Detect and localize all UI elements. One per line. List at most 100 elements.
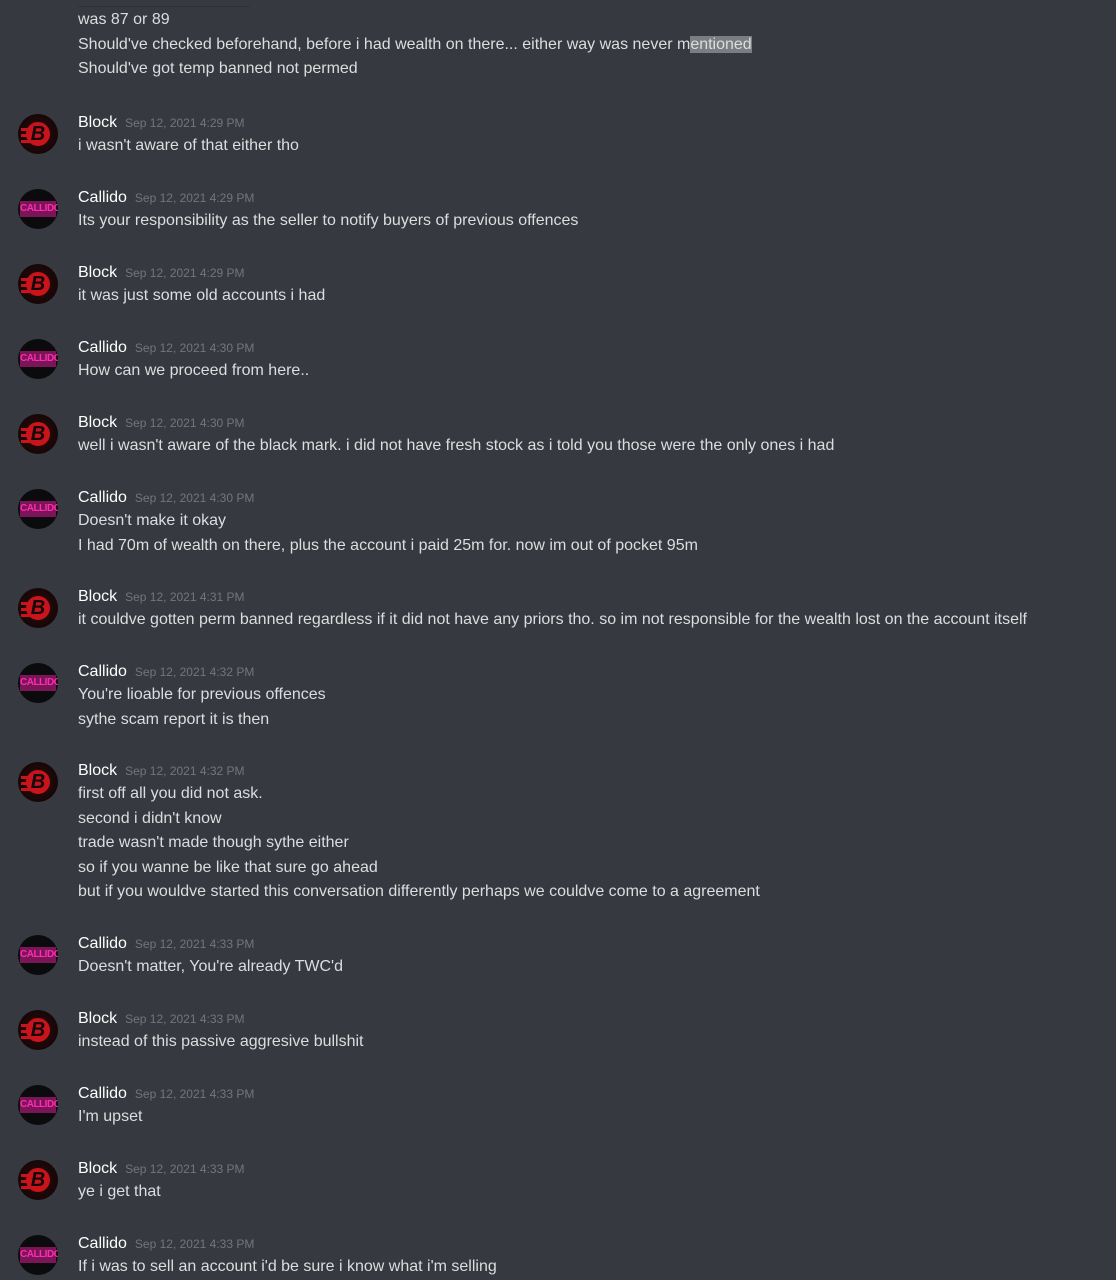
message-body: Doesn't matter, You're already TWC'd [78, 955, 343, 980]
block-avatar-icon[interactable]: B [18, 762, 58, 802]
avatar-label: CALLIDO [20, 947, 58, 963]
avatar-letter: B [30, 1169, 46, 1191]
message-line: so if you wanne be like that sure go ahe… [78, 858, 378, 876]
message-line: second i didn't know [78, 809, 222, 827]
message-line: ye i get that [78, 1183, 161, 1200]
author-name[interactable]: Block [78, 588, 117, 605]
timestamp: Sep 12, 2021 4:30 PM [134, 491, 255, 505]
author-name[interactable]: Block [78, 1010, 117, 1027]
avatar-letter: B [30, 771, 46, 793]
avatar-label: CALLIDO [20, 1247, 58, 1263]
message-body: instead of this passive aggresive bullsh… [78, 1030, 364, 1055]
timestamp: Sep 12, 2021 4:30 PM [125, 416, 245, 430]
timestamp: Sep 12, 2021 4:29 PM [125, 116, 245, 130]
timestamp: Sep 12, 2021 4:32 PM [125, 764, 245, 778]
timestamp: Sep 12, 2021 4:31 PM [125, 590, 245, 604]
author-name[interactable]: Block [78, 762, 117, 779]
callido-avatar-icon[interactable]: CALLIDO [18, 489, 58, 529]
message-body: Its your responsibility as the seller to… [78, 209, 578, 234]
message-line: it couldve gotten perm banned regardless… [78, 611, 1027, 628]
author-name[interactable]: Callido [78, 339, 127, 356]
message-header: Callido Sep 12, 2021 4:32 PM [78, 661, 254, 683]
message-body: You're lioable for previous offences syth… [78, 683, 326, 732]
message-line: trade wasn't made though sythe either [78, 834, 349, 852]
block-avatar-icon[interactable]: B [18, 588, 58, 628]
message-line: Its your responsibility as the seller to… [78, 212, 579, 229]
avatar-letter: B [30, 597, 46, 619]
block-avatar-icon[interactable]: B [18, 1160, 58, 1200]
author-name[interactable]: Callido [78, 1085, 127, 1102]
author-name[interactable]: Block [78, 414, 117, 431]
message-body: ye i get that [78, 1180, 161, 1205]
message-line: Should've checked beforehand, before i h… [78, 33, 752, 58]
message-line: I'm upset [78, 1108, 143, 1125]
message-body: first off all you did not ask. second i d… [78, 782, 760, 905]
message-line: I had 70m of wealth on there, plus the a… [78, 536, 698, 554]
author-name[interactable]: Callido [78, 935, 127, 952]
author-name[interactable]: Block [78, 264, 117, 281]
callido-avatar-icon[interactable]: CALLIDO [18, 189, 58, 229]
continuation-message: was 87 or 89 Should've checked beforehan… [78, 8, 752, 82]
message-line: How can we proceed from here.. [78, 362, 310, 379]
timestamp: Sep 12, 2021 4:33 PM [134, 1237, 255, 1251]
avatar-label: CALLIDO [20, 675, 58, 691]
message-header: Block Sep 12, 2021 4:32 PM [78, 760, 245, 782]
message-line-text: Should've checked beforehand, before i h… [78, 35, 691, 53]
block-avatar-icon[interactable]: B [18, 114, 58, 154]
author-name[interactable]: Block [78, 1160, 117, 1177]
author-name[interactable]: Callido [78, 663, 127, 680]
message-line: i wasn't aware of that either tho [78, 137, 299, 154]
message-line: instead of this passive aggresive bullsh… [78, 1033, 364, 1050]
author-name[interactable]: Block [78, 114, 117, 131]
message-body: How can we proceed from here.. [78, 359, 309, 384]
avatar-label: CALLIDO [20, 201, 58, 217]
timestamp: Sep 12, 2021 4:30 PM [134, 341, 255, 355]
message-line: was 87 or 89 [78, 11, 170, 28]
avatar-label: CALLIDO [20, 501, 58, 517]
avatar-letter: B [30, 273, 46, 295]
avatar-letter: B [30, 123, 46, 145]
message-header: Callido Sep 12, 2021 4:33 PM [78, 1083, 254, 1105]
callido-avatar-icon[interactable]: CALLIDO [18, 935, 58, 975]
avatar-letter: B [30, 1019, 46, 1041]
message-line: If i was to sell an account i'd be sure … [78, 1258, 497, 1275]
message-header: Callido Sep 12, 2021 4:30 PM [78, 487, 254, 509]
message-header: Block Sep 12, 2021 4:31 PM [78, 586, 245, 608]
timestamp: Sep 12, 2021 4:29 PM [134, 191, 255, 205]
message-body: If i was to sell an account i'd be sure … [78, 1255, 497, 1280]
message-body: well i wasn't aware of the black mark. i… [78, 434, 834, 459]
timestamp: Sep 12, 2021 4:33 PM [125, 1012, 245, 1026]
block-avatar-icon[interactable]: B [18, 1010, 58, 1050]
timestamp: Sep 12, 2021 4:33 PM [134, 1087, 255, 1101]
avatar-letter: B [30, 423, 46, 445]
message-header: Block Sep 12, 2021 4:29 PM [78, 262, 245, 284]
author-name[interactable]: Callido [78, 189, 127, 206]
message-header: Block Sep 12, 2021 4:33 PM [78, 1158, 245, 1180]
message-header: Callido Sep 12, 2021 4:33 PM [78, 933, 254, 955]
message-line: Should've got temp banned not permed [78, 60, 358, 78]
message-body: I'm upset [78, 1105, 142, 1130]
author-name[interactable]: Callido [78, 1235, 127, 1252]
message-line: but if you wouldve started this conversa… [78, 883, 760, 901]
message-header: Callido Sep 12, 2021 4:33 PM [78, 1233, 254, 1255]
timestamp: Sep 12, 2021 4:33 PM [134, 937, 255, 951]
callido-avatar-icon[interactable]: CALLIDO [18, 663, 58, 703]
message-header: Callido Sep 12, 2021 4:29 PM [78, 187, 254, 209]
message-line: first off all you did not ask. [78, 785, 263, 802]
selected-text[interactable]: entioned [690, 35, 752, 53]
message-header: Block Sep 12, 2021 4:29 PM [78, 112, 245, 134]
callido-avatar-icon[interactable]: CALLIDO [18, 1235, 58, 1275]
message-line: Doesn't matter, You're already TWC'd [78, 958, 343, 975]
avatar-label: CALLIDO [20, 351, 58, 367]
block-avatar-icon[interactable]: B [18, 414, 58, 454]
message-body: i wasn't aware of that either tho [78, 134, 299, 159]
timestamp: Sep 12, 2021 4:32 PM [134, 665, 255, 679]
callido-avatar-icon[interactable]: CALLIDO [18, 1085, 58, 1125]
callido-avatar-icon[interactable]: CALLIDO [18, 339, 58, 379]
block-avatar-icon[interactable]: B [18, 264, 58, 304]
message-line: sythe scam report it is then [78, 710, 270, 728]
timestamp: Sep 12, 2021 4:33 PM [125, 1162, 245, 1176]
author-name[interactable]: Callido [78, 489, 127, 506]
message-header: Callido Sep 12, 2021 4:30 PM [78, 337, 254, 359]
message-header: Block Sep 12, 2021 4:30 PM [78, 412, 245, 434]
